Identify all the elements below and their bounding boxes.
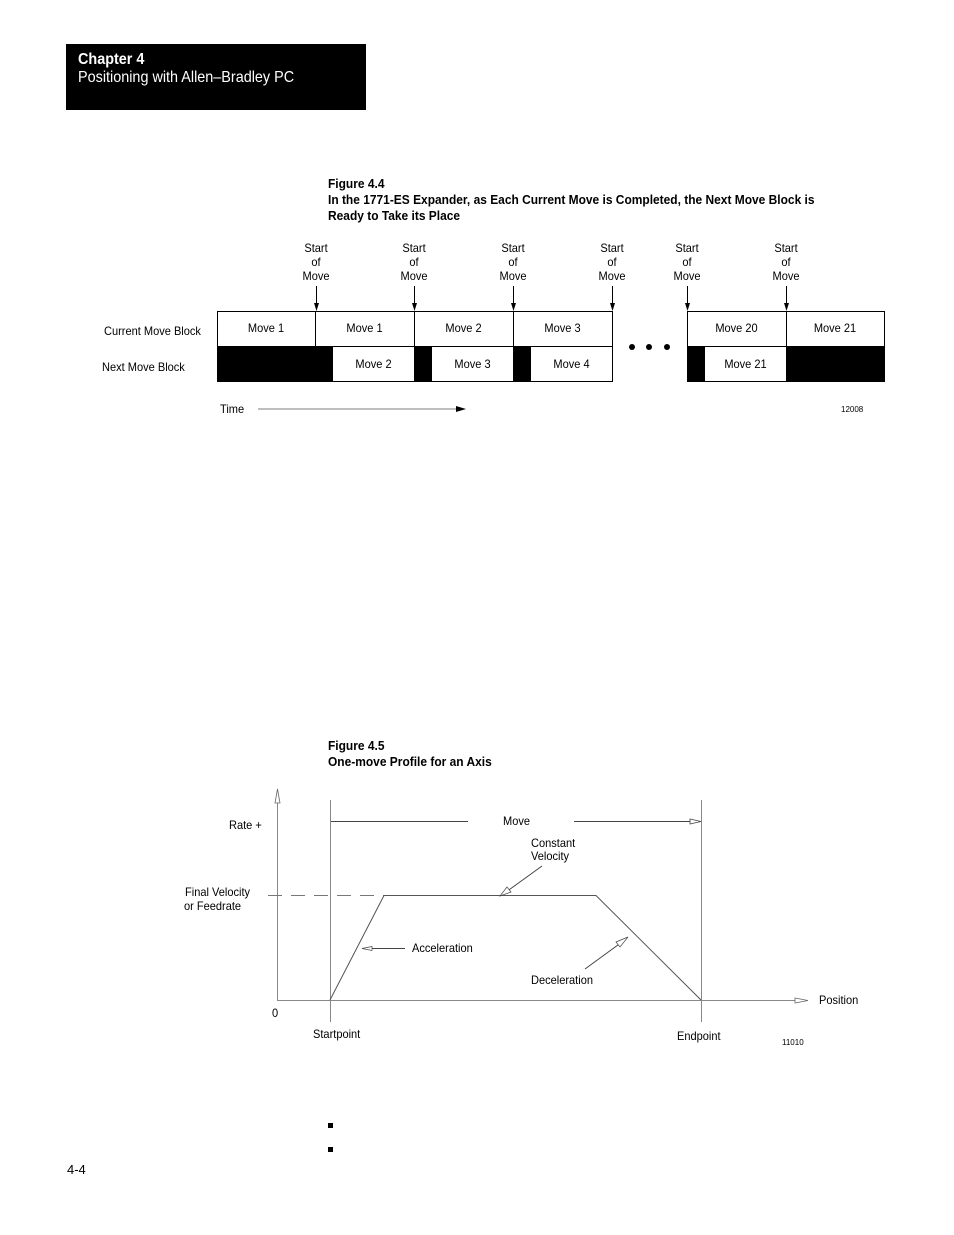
position-label: Position xyxy=(819,993,859,1007)
deceleration-label: Deceleration xyxy=(531,973,593,987)
move-label: Move xyxy=(503,814,530,828)
endpoint-label: Endpoint xyxy=(677,1029,721,1043)
constant-velocity-pointer-head xyxy=(498,886,512,897)
feedrate-label: or Feedrate xyxy=(184,899,242,913)
velocity-profile xyxy=(329,895,702,1001)
acceleration-label: Acceleration xyxy=(412,941,473,955)
rate-axis-arrow xyxy=(274,788,281,804)
constant-velocity-label: Velocity xyxy=(531,849,570,863)
position-axis-arrow xyxy=(794,997,809,1004)
zero-label: 0 xyxy=(272,1006,279,1020)
bullet xyxy=(328,1147,333,1152)
rate-label: Rate + xyxy=(229,818,262,832)
page-number: 4-4 xyxy=(67,1162,86,1177)
figure-4-5-diagram: Rate + Final Velocity or Feedrate 0 Move… xyxy=(0,0,954,1100)
acceleration-pointer-head xyxy=(361,946,373,951)
deceleration-pointer xyxy=(584,941,623,970)
constant-velocity-label: Constant xyxy=(531,836,576,850)
move-profile-diagram xyxy=(268,788,809,1022)
final-velocity-label: Final Velocity xyxy=(185,885,251,899)
figure-id: 11010 xyxy=(782,1038,804,1047)
constant-velocity-pointer xyxy=(505,865,543,893)
startpoint-label: Startpoint xyxy=(313,1027,361,1041)
move-arrow-head xyxy=(689,818,702,825)
bullet xyxy=(328,1123,333,1128)
